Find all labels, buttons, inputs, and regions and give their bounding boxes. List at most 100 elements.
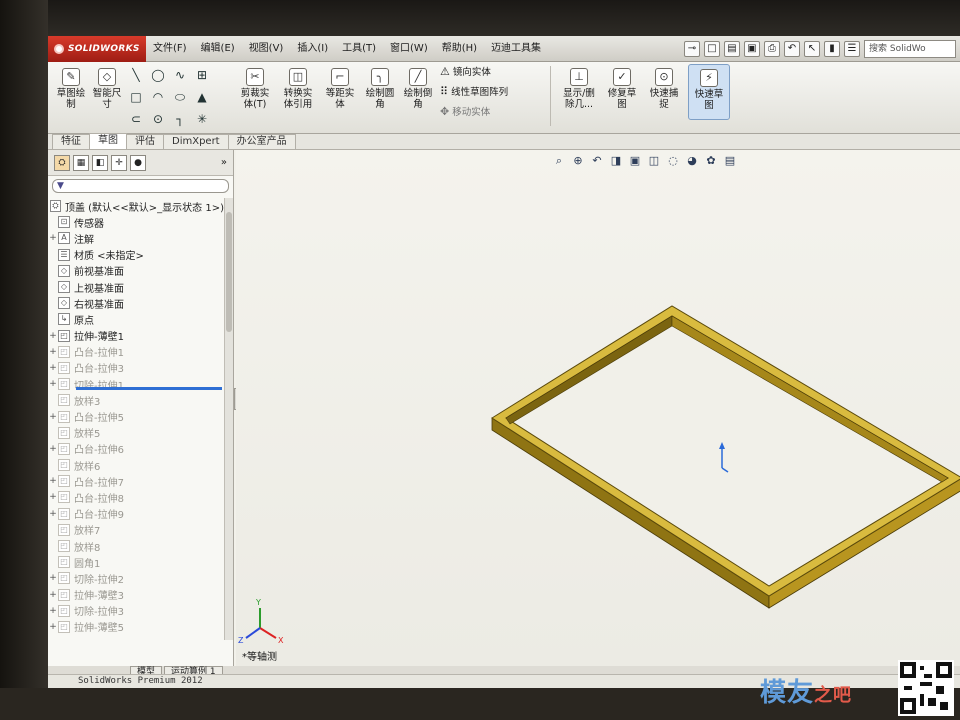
select-icon[interactable]: ↖ bbox=[804, 40, 820, 57]
tab-office-products[interactable]: 办公室产品 bbox=[227, 134, 296, 149]
rollback-bar[interactable] bbox=[76, 387, 222, 390]
tree-item[interactable]: ◰ 放样5 bbox=[48, 425, 224, 441]
menu-edit[interactable]: 编辑(E) bbox=[194, 36, 242, 62]
save-icon[interactable]: ▣ bbox=[744, 40, 760, 57]
ellipse-icon[interactable]: ⬭ bbox=[172, 90, 188, 105]
menu-insert[interactable]: 插入(I) bbox=[290, 36, 335, 62]
linear-pattern-button[interactable]: ⠿ 线性草图阵列 bbox=[440, 86, 550, 98]
centerline-icon[interactable]: ┐ bbox=[172, 112, 188, 126]
expand-toggle-icon[interactable]: + bbox=[48, 606, 58, 616]
expand-toggle-icon[interactable]: + bbox=[48, 476, 58, 486]
tree-item[interactable]: + ◰ 切除-拉伸2 bbox=[48, 570, 224, 586]
undo-icon[interactable]: ↶ bbox=[784, 40, 800, 57]
expand-toggle-icon[interactable]: + bbox=[48, 331, 58, 341]
tree-item[interactable]: + ◰ 凸台-拉伸6 bbox=[48, 441, 224, 457]
tab-dimxpert[interactable]: DimXpert bbox=[163, 134, 229, 149]
expand-toggle-icon[interactable]: + bbox=[48, 379, 58, 389]
feature-tree-icon[interactable]: ⛭ bbox=[54, 154, 70, 171]
menu-tools[interactable]: 工具(T) bbox=[335, 36, 383, 62]
triangle-icon[interactable]: ▲ bbox=[194, 90, 210, 105]
expand-toggle-icon[interactable]: + bbox=[48, 590, 58, 600]
menu-window[interactable]: 窗口(W) bbox=[383, 36, 435, 62]
repair-sketch-button[interactable]: ✓ 修复草 图 bbox=[604, 68, 640, 110]
tree-item[interactable]: + ◰ 凸台-拉伸7 bbox=[48, 473, 224, 489]
tab-features[interactable]: 特征 bbox=[52, 134, 90, 149]
polygon-icon[interactable]: ⊙ bbox=[150, 112, 166, 126]
line-icon[interactable]: ╲ bbox=[128, 68, 144, 82]
expand-toggle-icon[interactable]: + bbox=[48, 492, 58, 502]
tree-item[interactable]: + A 注解 bbox=[48, 230, 224, 246]
search-input[interactable]: 搜索 SolidWo bbox=[864, 39, 956, 58]
tree-item[interactable]: + ◰ 凸台-拉伸3 bbox=[48, 360, 224, 376]
expand-toggle-icon[interactable]: + bbox=[48, 622, 58, 632]
convert-entities-button[interactable]: ◫ 转换实 体引用 bbox=[280, 68, 316, 110]
expand-toggle-icon[interactable]: + bbox=[48, 509, 58, 519]
slot-icon[interactable]: ⊂ bbox=[128, 112, 144, 126]
rebuild-icon[interactable]: ▮ bbox=[824, 40, 840, 57]
tree-item[interactable]: + ◰ 拉伸-薄壁1 bbox=[48, 328, 224, 344]
expand-toggle-icon[interactable]: + bbox=[48, 363, 58, 373]
open-folder-icon[interactable]: ▤ bbox=[724, 40, 740, 57]
quick-snaps-button[interactable]: ⊙ 快速捕 捉 bbox=[646, 68, 682, 110]
tree-item[interactable]: ↳ 原点 bbox=[48, 311, 224, 327]
feature-filter-input[interactable]: ▼ bbox=[52, 179, 229, 193]
tree-root[interactable]: ⛭ 顶盖 (默认<<默认>_显示状态 1>) bbox=[48, 198, 224, 214]
tree-item[interactable]: + ◰ 凸台-拉伸9 bbox=[48, 506, 224, 522]
tree-item[interactable]: ⊡ 传感器 bbox=[48, 214, 224, 230]
sketch-chamfer-button[interactable]: ╱ 绘制倒 角 bbox=[400, 68, 436, 110]
rectangle-icon[interactable]: □ bbox=[128, 90, 144, 105]
expand-toggle-icon[interactable]: + bbox=[48, 347, 58, 357]
expand-toggle-icon[interactable]: + bbox=[48, 573, 58, 583]
point-icon[interactable]: ✳ bbox=[194, 112, 210, 126]
new-document-icon[interactable]: □ bbox=[704, 40, 720, 57]
menu-help[interactable]: 帮助(H) bbox=[435, 36, 484, 62]
move-entities-button[interactable]: ✥ 移动实体 bbox=[440, 106, 540, 118]
expand-toggle-icon[interactable]: + bbox=[48, 233, 58, 243]
frame-part[interactable] bbox=[491, 305, 960, 609]
smart-dimension-button[interactable]: ◇ 智能尺 寸 bbox=[90, 68, 124, 110]
menu-view[interactable]: 视图(V) bbox=[242, 36, 291, 62]
spline-icon[interactable]: ∿ bbox=[172, 68, 188, 82]
tree-item[interactable]: + ◰ 凸台-拉伸8 bbox=[48, 489, 224, 505]
configuration-manager-icon[interactable]: ◧ bbox=[92, 154, 108, 171]
tree-item[interactable]: ☰ 材质 <未指定> bbox=[48, 247, 224, 263]
tree-item[interactable]: ◇ 右视基准面 bbox=[48, 295, 224, 311]
sketch-button[interactable]: ✎ 草图绘 制 bbox=[54, 68, 88, 110]
solidworks-logo[interactable]: SOLIDWORKS bbox=[48, 36, 146, 62]
expand-panel-icon[interactable]: » bbox=[221, 157, 227, 168]
tree-item[interactable]: + ◰ 切除-拉伸3 bbox=[48, 603, 224, 619]
tab-sketch[interactable]: 草图 bbox=[89, 133, 127, 149]
trim-entities-button[interactable]: ✂ 剪裁实 体(T) bbox=[238, 68, 272, 110]
tree-item[interactable]: ◰ 放样3 bbox=[48, 392, 224, 408]
tab-evaluate[interactable]: 评估 bbox=[126, 134, 164, 149]
expand-toggle-icon[interactable]: + bbox=[48, 412, 58, 422]
options-icon[interactable]: ☰ bbox=[844, 40, 860, 57]
menu-maidi-toolset[interactable]: 迈迪工具集 bbox=[484, 36, 548, 62]
property-manager-icon[interactable]: ▦ bbox=[73, 154, 89, 171]
tree-item[interactable]: ◇ 上视基准面 bbox=[48, 279, 224, 295]
display-delete-relations-button[interactable]: ⊥ 显示/删 除几... bbox=[558, 68, 600, 110]
pin-icon[interactable]: ⊸ bbox=[684, 40, 700, 57]
tree-item[interactable]: + ◰ 拉伸-薄壁5 bbox=[48, 619, 224, 635]
tree-item[interactable]: ◰ 放样7 bbox=[48, 522, 224, 538]
circle-icon[interactable]: ◯ bbox=[150, 68, 166, 82]
feature-tree-scrollbar[interactable] bbox=[224, 198, 233, 640]
dimxpert-manager-icon[interactable]: ✛ bbox=[111, 154, 127, 171]
tree-item[interactable]: ◰ 放样6 bbox=[48, 457, 224, 473]
arc-icon[interactable]: ◠ bbox=[150, 90, 166, 105]
tree-item[interactable]: ◰ 圆角1 bbox=[48, 554, 224, 570]
sketch-fillet-button[interactable]: ╮ 绘制圆 角 bbox=[362, 68, 398, 110]
tree-item[interactable]: + ◰ 拉伸-薄壁3 bbox=[48, 587, 224, 603]
display-manager-icon[interactable]: ● bbox=[130, 154, 146, 171]
print-icon[interactable]: ⎙ bbox=[764, 40, 780, 57]
tree-item[interactable]: ◇ 前视基准面 bbox=[48, 263, 224, 279]
mirror-entities-button[interactable]: ⚠ 镜向实体 bbox=[440, 66, 540, 78]
text-icon[interactable]: ⊞ bbox=[194, 68, 210, 82]
menu-file[interactable]: 文件(F) bbox=[146, 36, 194, 62]
tree-item[interactable]: + ◰ 凸台-拉伸1 bbox=[48, 344, 224, 360]
rapid-sketch-button[interactable]: ⚡ 快速草 图 bbox=[688, 64, 730, 120]
offset-entities-button[interactable]: ⌐ 等距实 体 bbox=[322, 68, 358, 110]
scrollbar-thumb[interactable] bbox=[226, 212, 232, 332]
tree-item[interactable]: ◰ 放样8 bbox=[48, 538, 224, 554]
expand-toggle-icon[interactable]: + bbox=[48, 444, 58, 454]
